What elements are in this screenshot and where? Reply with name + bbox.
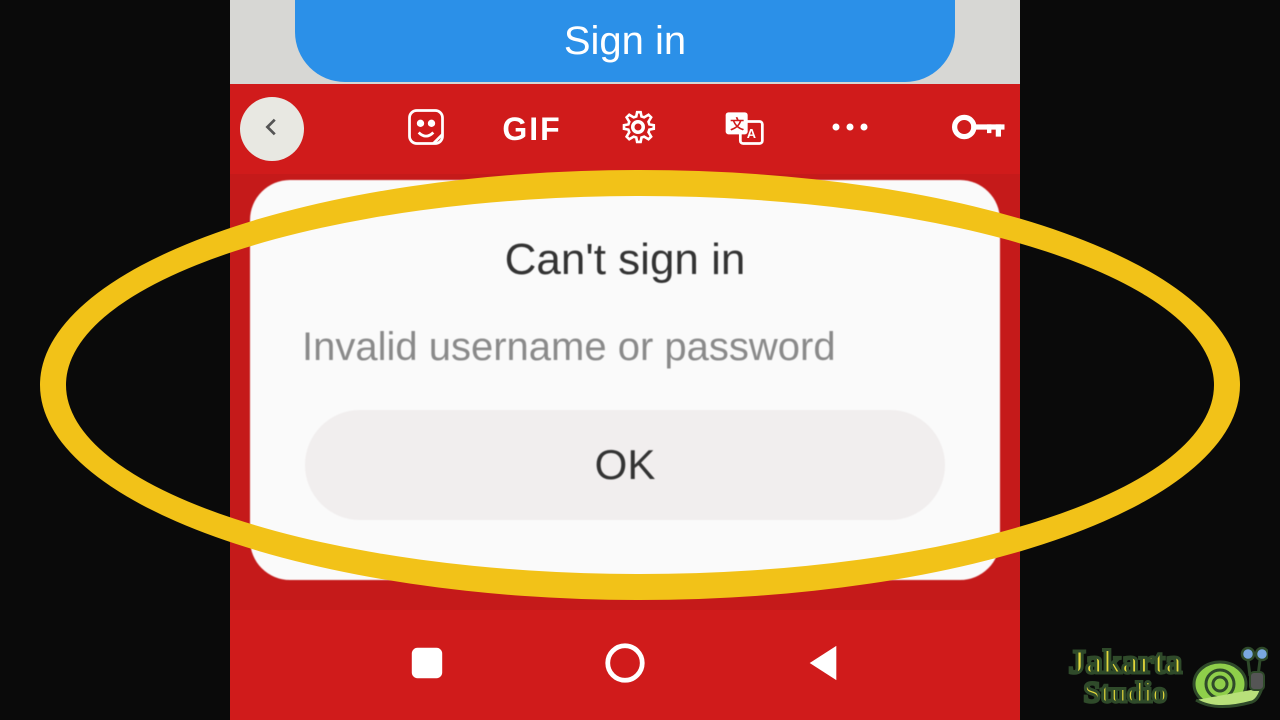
watermark-line2: Studio [1069,679,1182,706]
gif-button[interactable]: GIF [508,105,556,153]
dialog-title: Can't sign in [505,235,746,285]
dialog-message: Invalid username or password [302,325,836,370]
nav-back-button[interactable] [804,642,842,689]
android-nav-bar [230,610,1020,720]
square-icon [408,644,446,687]
password-key-button[interactable] [956,105,1004,153]
error-dialog: Can't sign in Invalid username or passwo… [250,180,1000,580]
more-button[interactable] [826,105,874,153]
watermark-line1: Jakarta [1069,648,1182,679]
nav-home-button[interactable] [602,640,648,691]
sticker-button[interactable] [402,105,450,153]
dialog-card: Can't sign in Invalid username or passwo… [250,180,1000,580]
key-icon [952,112,1008,147]
gif-icon: GIF [502,111,561,148]
ok-button[interactable]: OK [305,410,945,520]
snail-mascot-icon [1188,642,1268,712]
watermark-text: Jakarta Studio [1069,648,1182,706]
keyboard-toolbar: GIF 文 A [230,84,1020,174]
nav-recent-button[interactable] [408,644,446,687]
sign-in-button[interactable]: Sign in [295,0,955,82]
sticker-icon [404,105,448,154]
svg-text:A: A [747,126,756,141]
gear-icon [617,106,659,153]
page-header-area: Sign in [230,0,1020,84]
circle-icon [602,640,648,691]
ok-label: OK [595,441,656,489]
chevron-left-icon [261,112,283,147]
translate-icon: 文 A [722,105,766,154]
svg-text:文: 文 [730,115,744,131]
settings-button[interactable] [614,105,662,153]
keyboard-back-button[interactable] [240,97,304,161]
triangle-left-icon [804,642,842,689]
translate-button[interactable]: 文 A [720,105,768,153]
watermark: Jakarta Studio [1069,642,1268,712]
more-horizontal-icon [829,119,871,140]
sign-in-label: Sign in [564,19,686,64]
